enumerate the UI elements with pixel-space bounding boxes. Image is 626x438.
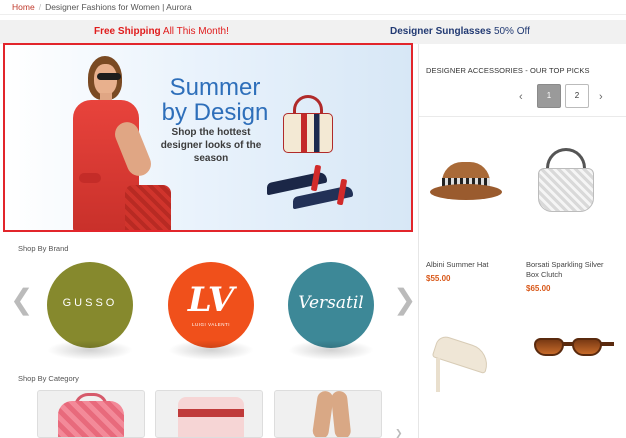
free-shipping-text: All This Month! [162, 26, 229, 37]
brand-versatil[interactable]: Versatil [288, 262, 374, 360]
pager-prev-icon[interactable]: ‹ [519, 91, 523, 103]
brand-versatil-label: Versatil [298, 293, 364, 313]
shop-by-brand-title: Shop By Brand [18, 244, 69, 253]
product-image-hat[interactable] [426, 140, 516, 210]
pager-next-icon[interactable]: › [599, 91, 603, 103]
page-1-button[interactable]: 1 [537, 84, 561, 108]
sunglasses-text: 50% Off [493, 26, 530, 37]
breadcrumb-separator: / [38, 2, 42, 12]
brand-luigi-valenti[interactable]: LV LUIGI VALENTI [168, 262, 254, 360]
category-tile-tops[interactable] [155, 390, 263, 438]
product-name[interactable]: Borsati Sparkling Silver Box Clutch [526, 260, 618, 280]
product-image-heels[interactable] [426, 312, 516, 392]
hero-title: Summer by Design [155, 75, 275, 125]
brand-gusso[interactable]: GUSSO [47, 262, 133, 360]
breadcrumb: Home / Designer Fashions for Women | Auror… [0, 0, 626, 15]
brand-gusso-label: GUSSO [62, 297, 118, 309]
product-name[interactable]: Albini Summer Hat [426, 260, 516, 270]
category-tile-shoes[interactable] [274, 390, 382, 438]
promo-bar: Free Shipping All This Month! Designer S… [0, 20, 626, 44]
product-image-clutch[interactable] [526, 140, 616, 212]
accessories-sidebar: DESIGNER ACCESSORIES - OUR TOP PICKS ‹ 1… [418, 44, 626, 438]
brand-lv-logo: LV [187, 280, 235, 320]
free-shipping-promo[interactable]: Free Shipping All This Month! [94, 26, 229, 37]
page-2-button[interactable]: 2 [565, 84, 589, 108]
hero-banner[interactable]: Summer by Design Shop the hottest design… [3, 43, 413, 232]
brand-prev-arrow-icon[interactable]: ❮ [10, 286, 33, 314]
divider [419, 116, 626, 117]
handbag-image [283, 95, 333, 153]
hero-title-line2: by Design [161, 99, 269, 126]
accessories-title: DESIGNER ACCESSORIES - OUR TOP PICKS [426, 66, 590, 75]
breadcrumb-home-link[interactable]: Home [12, 2, 35, 12]
product-price: $55.00 [426, 274, 451, 283]
brand-lv-label: LUIGI VALENTI [192, 322, 230, 327]
scroll-next-arrow-icon[interactable]: ❯ [395, 428, 403, 438]
shop-by-category-title: Shop By Category [18, 374, 79, 383]
brand-next-arrow-icon[interactable]: ❯ [393, 286, 416, 314]
product-image-sunglasses[interactable] [526, 312, 616, 382]
shoe-image [293, 177, 357, 210]
category-tile-handbags[interactable] [37, 390, 145, 438]
hero-subtitle: Shop the hottest designer looks of the s… [160, 127, 262, 164]
breadcrumb-current: Designer Fashions for Women | Aurora [45, 2, 192, 12]
sunglasses-promo[interactable]: Designer Sunglasses 50% Off [390, 26, 530, 37]
free-shipping-bold: Free Shipping [94, 26, 161, 37]
sunglasses-bold: Designer Sunglasses [390, 26, 492, 37]
product-price: $65.00 [526, 284, 551, 293]
hero-title-line1: Summer [169, 74, 261, 101]
